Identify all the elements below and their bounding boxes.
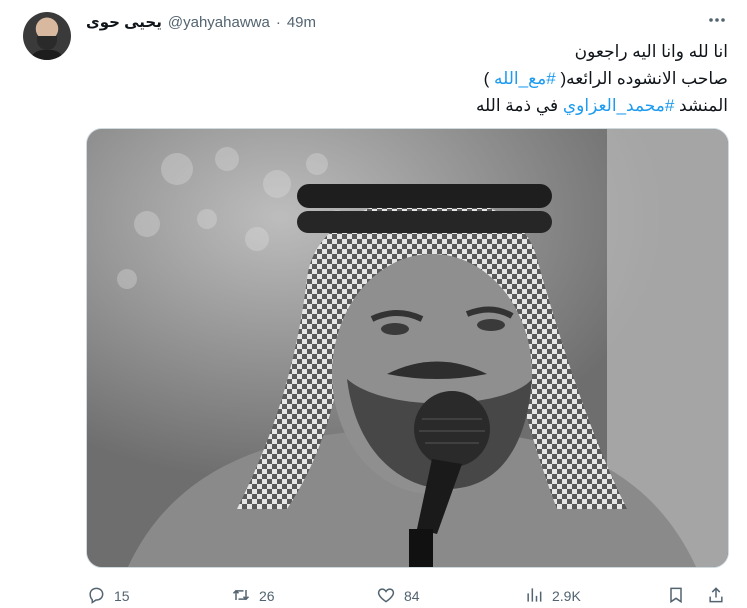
tweet-line-text: صاحب الانشوده الرائعه( [555,69,728,88]
reply-icon [86,585,106,608]
tweet-line-text: في ذمة الله [475,96,563,115]
tweet-line: انا لله وانا اليه راجعون [86,38,728,65]
views-count: 2.9K [552,588,581,604]
tweet-line-text: المنشد [674,96,728,115]
avatar[interactable] [23,12,71,60]
retweet-count: 26 [259,588,275,604]
tweet-actions: 15 26 84 2.9K [86,584,731,608]
views-icon [524,585,544,608]
heart-icon [376,585,396,608]
author-name[interactable]: يحيى حوى [86,13,162,31]
retweet-icon [231,585,251,608]
tweet-line-text: انا لله وانا اليه راجعون [574,42,728,61]
bookmark-icon [666,585,686,608]
avatar-beard [37,36,57,50]
hashtag-link[interactable]: #مع_الله [494,69,556,88]
views-button[interactable]: 2.9K [524,585,666,608]
reply-count: 15 [114,588,130,604]
timestamp[interactable]: 49m [287,14,316,31]
tweet-photo[interactable] [86,128,729,568]
tweet[interactable]: يحيى حوى @yahyahawwa · 49m انا لله وانا … [0,0,747,608]
author-handle[interactable]: @yahyahawwa [168,14,270,31]
avatar-shirt [29,50,65,60]
bookmark-button[interactable] [666,585,706,608]
photo-illustration [87,129,728,567]
retweet-button[interactable]: 26 [231,585,376,608]
like-count: 84 [404,588,420,604]
tweet-line: المنشد #محمد_العزاوي في ذمة الله [86,92,728,119]
like-button[interactable]: 84 [376,585,524,608]
separator-dot: · [275,13,281,31]
tweet-header: يحيى حوى @yahyahawwa · 49m [86,12,316,32]
tweet-text: انا لله وانا اليه راجعون صاحب الانشوده ا… [86,38,728,119]
tweet-line: صاحب الانشوده الرائعه( #مع_الله ) [86,65,728,92]
hashtag-link[interactable]: #محمد_العزاوي [563,96,674,115]
share-button[interactable] [706,585,730,608]
reply-button[interactable]: 15 [86,585,231,608]
more-icon[interactable] [707,10,727,35]
share-icon [706,585,726,608]
tweet-line-text: ) [483,69,494,88]
